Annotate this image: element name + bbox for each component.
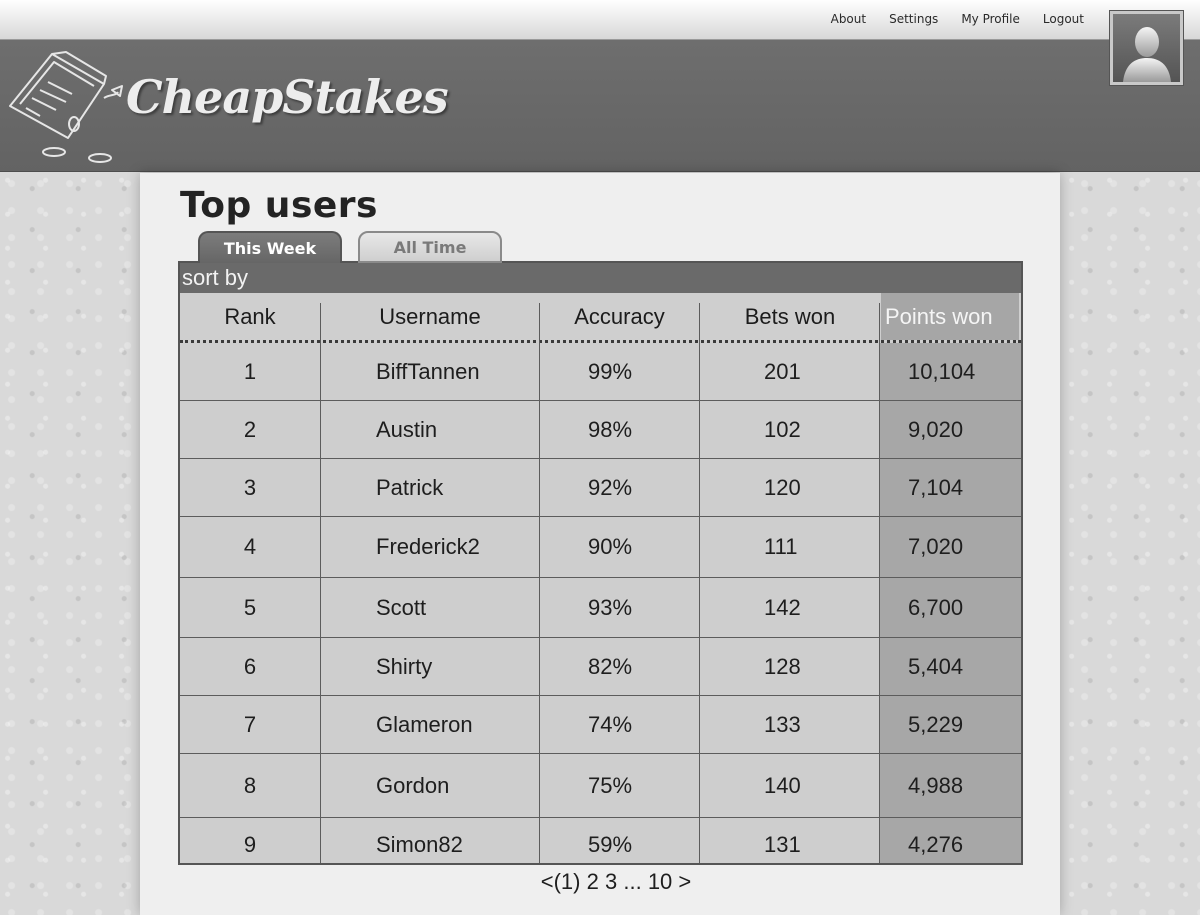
main-panel: Top users This Week All Time sort by Ran… xyxy=(140,173,1060,915)
cell-accuracy: 74% xyxy=(588,711,633,737)
cell-bets-won: 201 xyxy=(764,358,801,384)
table-row[interactable]: 8 Gordon 75% 140 4,988 xyxy=(180,754,1021,818)
pagination-page-10[interactable]: 10 xyxy=(648,869,672,894)
cell-rank: 4 xyxy=(243,534,257,559)
cell-points-won: 5,229 xyxy=(908,711,964,737)
cell-bets-won: 140 xyxy=(764,772,801,798)
cell-username: Glameron xyxy=(376,711,473,737)
nav-about-link[interactable]: About xyxy=(831,12,866,26)
cell-accuracy: 82% xyxy=(588,653,633,679)
cell-username: Shirty xyxy=(376,653,433,679)
column-header-accuracy[interactable]: Accuracy xyxy=(540,293,699,340)
column-header-username[interactable]: Username xyxy=(321,293,539,340)
page-title: Top users xyxy=(180,185,378,226)
pagination-page-2[interactable]: 2 xyxy=(587,869,599,894)
cell-accuracy: 75% xyxy=(588,772,633,798)
column-divider xyxy=(699,303,700,863)
cell-points-won: 5,404 xyxy=(908,653,964,679)
column-divider xyxy=(879,303,880,863)
table-row[interactable]: 5 Scott 93% 142 6,700 xyxy=(180,578,1021,638)
cell-bets-won: 133 xyxy=(764,711,801,737)
cell-username: BiffTannen xyxy=(376,358,480,384)
table-header-row: Rank Username Accuracy Bets won Points w… xyxy=(180,293,1021,343)
table-row[interactable]: 6 Shirty 82% 128 5,404 xyxy=(180,638,1021,696)
cell-rank: 2 xyxy=(243,416,257,442)
cell-bets-won: 111 xyxy=(764,534,798,559)
cell-bets-won: 128 xyxy=(764,653,801,679)
avatar[interactable] xyxy=(1109,10,1184,86)
tab-all-time[interactable]: All Time xyxy=(358,231,502,263)
cell-points-won: 7,020 xyxy=(908,534,964,559)
cell-points-won: 6,700 xyxy=(908,594,964,620)
cell-points-won: 10,104 xyxy=(908,358,976,384)
pagination-page-3[interactable]: 3 xyxy=(605,869,617,894)
site-header: CheapStakes xyxy=(0,40,1200,172)
top-nav-bar: About Settings My Profile Logout xyxy=(0,0,1200,40)
cell-bets-won: 102 xyxy=(764,416,801,442)
cell-username: Frederick2 xyxy=(376,534,480,559)
tab-this-week[interactable]: This Week xyxy=(198,231,342,263)
cell-rank: 5 xyxy=(243,594,257,620)
cell-rank: 7 xyxy=(243,711,257,737)
cell-bets-won: 131 xyxy=(764,832,801,857)
nav-logout-link[interactable]: Logout xyxy=(1043,12,1084,26)
table-row[interactable]: 2 Austin 98% 102 9,020 xyxy=(180,401,1021,459)
column-divider xyxy=(320,303,321,863)
user-silhouette-icon xyxy=(1122,27,1171,82)
cell-accuracy: 98% xyxy=(588,416,633,442)
cell-points-won: 9,020 xyxy=(908,416,964,442)
cell-username: Simon82 xyxy=(376,832,463,857)
table-row[interactable]: 1 BiffTannen 99% 201 10,104 xyxy=(180,343,1021,401)
table-row[interactable]: 7 Glameron 74% 133 5,229 xyxy=(180,696,1021,754)
pagination-next[interactable]: > xyxy=(678,869,691,894)
pagination-ellipsis: ... xyxy=(623,869,642,894)
cell-points-won: 7,104 xyxy=(908,474,964,500)
pagination: <(1) 2 3 ... 10 > xyxy=(140,869,1092,895)
cell-accuracy: 92% xyxy=(588,474,633,500)
cell-username: Austin xyxy=(376,416,438,442)
table-row[interactable]: 3 Patrick 92% 120 7,104 xyxy=(180,459,1021,517)
column-header-bets-won[interactable]: Bets won xyxy=(700,293,880,340)
cell-rank: 1 xyxy=(243,358,257,384)
column-header-points-won[interactable]: Points won xyxy=(881,293,1019,340)
cell-accuracy: 90% xyxy=(588,534,633,559)
cell-accuracy: 99% xyxy=(588,358,633,384)
brand-logo-text[interactable]: CheapStakes xyxy=(126,70,449,124)
nav-settings-link[interactable]: Settings xyxy=(889,12,938,26)
cell-points-won: 4,276 xyxy=(908,832,964,857)
cell-accuracy: 93% xyxy=(588,594,633,620)
cell-rank: 9 xyxy=(243,832,257,857)
cell-username: Patrick xyxy=(376,474,444,500)
nav-my-profile-link[interactable]: My Profile xyxy=(961,12,1020,26)
column-header-rank[interactable]: Rank xyxy=(180,293,320,340)
table-row[interactable]: 4 Frederick2 90% 111 7,020 xyxy=(180,517,1021,578)
cell-username: Gordon xyxy=(376,772,450,798)
leaderboard-table: sort by Rank Username Accuracy Bets won … xyxy=(178,261,1023,865)
sort-by-label: sort by xyxy=(182,265,249,290)
cell-bets-won: 120 xyxy=(764,474,801,500)
pagination-prev[interactable]: < xyxy=(541,869,554,894)
table-row[interactable]: 9 Simon82 59% 131 4,276 xyxy=(180,818,1021,863)
top-nav-links: About Settings My Profile Logout xyxy=(831,12,1084,26)
cell-accuracy: 59% xyxy=(588,832,633,857)
cell-points-won: 4,988 xyxy=(908,772,964,798)
sort-bar: sort by xyxy=(180,263,1021,293)
pagination-page-current[interactable]: (1) xyxy=(554,869,581,894)
cell-rank: 6 xyxy=(243,653,257,679)
ticket-sketch-icon[interactable] xyxy=(6,46,131,168)
column-divider xyxy=(539,303,540,863)
cell-rank: 3 xyxy=(243,474,257,500)
cell-bets-won: 142 xyxy=(764,594,801,620)
cell-username: Scott xyxy=(376,594,427,620)
cell-rank: 8 xyxy=(243,772,257,798)
